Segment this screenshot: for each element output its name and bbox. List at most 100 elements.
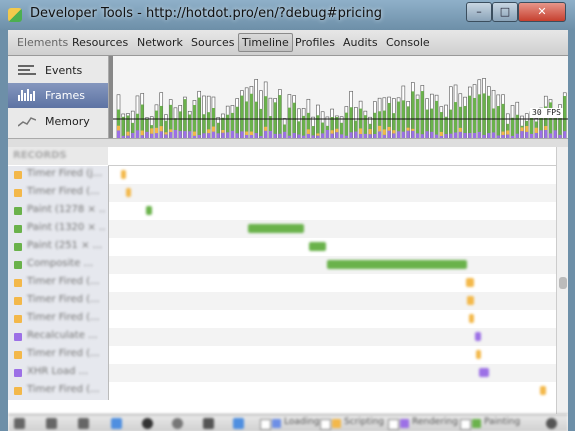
frame-bar-rendering xyxy=(406,130,410,138)
record-bar xyxy=(309,242,326,251)
memory-icon xyxy=(18,115,36,127)
frame-bar-rendering xyxy=(387,130,391,138)
frame-bar-painting xyxy=(121,116,125,138)
tab-network[interactable]: Network xyxy=(134,34,186,51)
settings-gear-icon[interactable] xyxy=(546,418,557,429)
record-bar xyxy=(469,314,474,323)
tab-profiles[interactable]: Profiles xyxy=(292,34,338,51)
record-label: Timer Fired (... xyxy=(27,384,100,395)
record-category-swatch xyxy=(14,387,22,395)
tab-resources[interactable]: Resources xyxy=(69,34,131,51)
filter-icon[interactable] xyxy=(111,418,122,429)
record-row[interactable]: Composite ... xyxy=(8,256,556,274)
fps-threshold-label: 30 FPS xyxy=(530,108,563,118)
frame-bar-scripting xyxy=(245,131,249,135)
frame-bar-scripting xyxy=(117,125,120,131)
console-toggle-icon[interactable] xyxy=(46,418,57,429)
record-row[interactable]: Paint (251 × ... xyxy=(8,238,556,256)
record-row[interactable]: Paint (1278 × ... xyxy=(8,202,556,220)
record-category-swatch xyxy=(14,171,22,179)
record-icon[interactable] xyxy=(142,418,153,429)
record-category-swatch xyxy=(14,279,22,287)
tab-elements[interactable]: Elements xyxy=(14,34,71,51)
record-category-swatch xyxy=(14,243,22,251)
minimize-button[interactable]: – xyxy=(466,2,492,22)
frame-bar-rendering xyxy=(378,131,382,138)
record-category-swatch xyxy=(14,189,22,197)
frame-bar-rendering xyxy=(178,131,182,138)
record-label: Timer Fired (... xyxy=(27,294,100,305)
tab-audits[interactable]: Audits xyxy=(340,34,381,51)
frame-bar-scripting xyxy=(378,125,382,132)
window-title: Developer Tools - http://hotdot.pro/en/?… xyxy=(30,6,383,21)
legend-swatch xyxy=(400,419,409,428)
legend-label: Painting xyxy=(484,417,521,427)
record-row[interactable]: Timer Fired (... xyxy=(8,310,556,328)
record-label: Paint (1320 × ... xyxy=(27,222,105,233)
frame-bar-painting xyxy=(473,97,477,138)
frame-bar-scripting xyxy=(306,129,310,134)
glue-icon[interactable] xyxy=(233,418,244,429)
frame-bar-scripting xyxy=(458,127,462,132)
frame-bar-scripting xyxy=(221,130,225,133)
record-category-swatch xyxy=(14,315,22,323)
frame-bar-rendering xyxy=(173,130,177,138)
frame-bar-painting xyxy=(292,102,296,138)
record-row[interactable]: Timer Fired (... xyxy=(8,346,556,364)
frame-bar-painting xyxy=(197,97,201,138)
record-row[interactable]: Recalculate ... xyxy=(8,328,556,346)
record-bar xyxy=(540,386,546,395)
garbage-collect-icon[interactable] xyxy=(203,418,214,429)
frame-bar-painting xyxy=(273,102,277,138)
frame-bar-rendering xyxy=(425,131,429,138)
frame-bar-painting xyxy=(511,117,515,138)
frame-bar-rendering xyxy=(264,130,268,138)
record-category-swatch xyxy=(14,369,22,377)
record-row[interactable]: Timer Fired (... xyxy=(8,184,556,202)
timeline-mode-nav: Events Frames Memory xyxy=(8,56,109,138)
record-row[interactable]: Timer Fired (... xyxy=(8,274,556,292)
record-row[interactable]: Paint (1320 × ... xyxy=(8,220,556,238)
record-row[interactable]: XHR Load ... xyxy=(8,364,556,382)
search-icon[interactable] xyxy=(78,418,89,429)
clear-icon[interactable] xyxy=(172,418,183,429)
records-scrollbar[interactable] xyxy=(556,147,568,414)
record-row[interactable]: Timer Fired (... xyxy=(8,382,556,400)
frame-bar-scripting xyxy=(406,127,410,131)
nav-memory-label: Memory xyxy=(45,115,90,128)
tab-console[interactable]: Console xyxy=(383,34,433,51)
frame-bar-scripting xyxy=(506,130,510,135)
events-icon xyxy=(18,64,36,76)
record-category-swatch xyxy=(14,297,22,305)
record-category-swatch xyxy=(14,261,22,269)
scrollbar-thumb[interactable] xyxy=(559,277,567,289)
record-label: Paint (251 × ... xyxy=(27,240,103,251)
record-row[interactable]: Timer Fired (... xyxy=(8,292,556,310)
record-bar xyxy=(121,170,126,179)
record-label: Timer Fired (... xyxy=(27,276,100,287)
nav-memory[interactable]: Memory xyxy=(8,109,108,134)
record-bar xyxy=(248,224,304,233)
frame-bar-painting xyxy=(496,106,500,138)
record-category-swatch xyxy=(14,225,22,233)
tab-timeline[interactable]: Timeline xyxy=(238,33,293,52)
frame-bar-rendering xyxy=(159,131,163,138)
frame-bar-painting xyxy=(259,108,263,138)
frames-overview-chart[interactable]: 30 FPS xyxy=(109,56,568,138)
record-bar xyxy=(327,260,467,269)
frame-bar-rendering xyxy=(553,130,557,138)
close-button[interactable]: ✕ xyxy=(518,2,566,22)
frame-bar-painting xyxy=(416,98,420,138)
dock-icon[interactable] xyxy=(14,418,25,429)
nav-events[interactable]: Events xyxy=(8,58,108,83)
frame-bar-scripting xyxy=(207,129,211,134)
frame-bar-painting xyxy=(235,106,239,138)
frame-bar-rendering xyxy=(135,130,139,138)
record-row[interactable]: Timer Fired (j... xyxy=(8,166,556,184)
tab-sources[interactable]: Sources xyxy=(188,34,238,51)
maximize-button[interactable]: □ xyxy=(492,2,518,22)
nav-frames[interactable]: Frames xyxy=(8,83,108,108)
frame-bar-rendering xyxy=(325,130,329,138)
frame-bar-scripting xyxy=(150,128,154,134)
record-category-swatch xyxy=(14,207,22,215)
